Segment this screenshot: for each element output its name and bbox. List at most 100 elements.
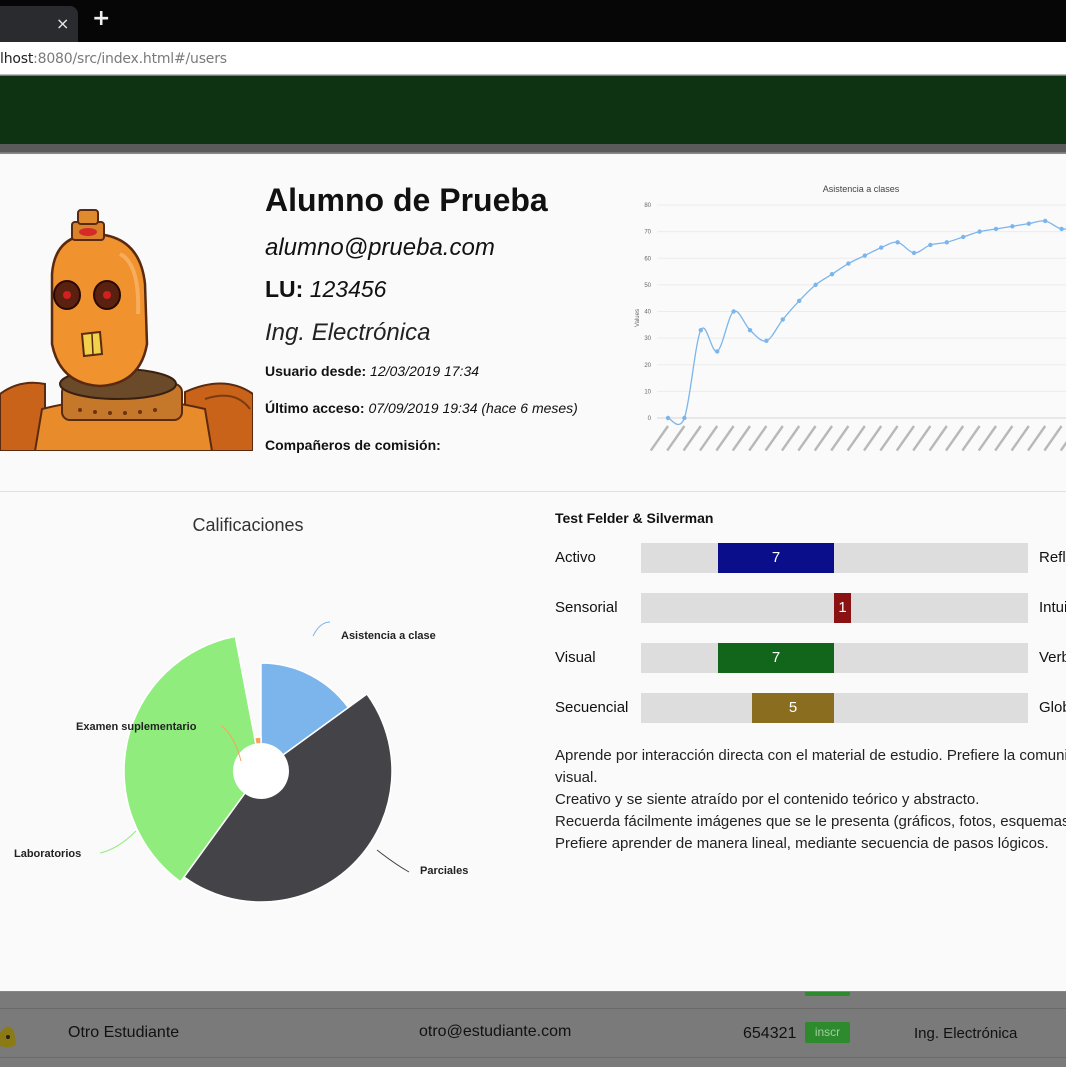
student-career: Ing. Electrónica xyxy=(914,1025,1018,1042)
x-tick-label xyxy=(813,425,833,452)
y-tick-label: 50 xyxy=(644,283,651,289)
x-tick-label xyxy=(945,425,965,452)
data-point xyxy=(1010,224,1015,229)
x-tick-label xyxy=(1010,425,1030,452)
x-tick-label xyxy=(863,425,883,452)
avatar xyxy=(0,194,253,451)
app-navbar xyxy=(0,76,1066,144)
address-bar[interactable]: lhost:8080/src/index.html#/users xyxy=(0,42,1066,75)
felder-right-label: Verbal xyxy=(1039,649,1066,666)
x-tick-label xyxy=(977,425,997,452)
data-point xyxy=(862,253,867,258)
last-value: 07/09/2019 19:34 (hace 6 meses) xyxy=(368,400,578,416)
y-tick-label: 70 xyxy=(644,230,651,236)
data-point xyxy=(944,240,949,245)
data-point xyxy=(895,240,900,245)
felder-row-visual: Visual 7 Verbal xyxy=(555,643,1066,673)
data-point xyxy=(961,234,966,240)
felder-right-label: Intuitivo xyxy=(1039,599,1066,616)
classmates: Compañeros de comisión: xyxy=(265,437,441,453)
student-name: Alumno de Prueba xyxy=(265,182,548,218)
data-point xyxy=(780,317,785,322)
pie-label-connector xyxy=(99,830,137,854)
avatar-icon xyxy=(0,1026,16,1048)
lu-label: LU: xyxy=(265,276,304,302)
user-since: Usuario desde: 12/03/2019 17:34 xyxy=(265,363,479,379)
browser-tab[interactable]: × xyxy=(0,6,78,42)
grades-pie-chart: Asistencia a clase Parciales Laboratorios E… xyxy=(14,621,468,903)
data-point xyxy=(1026,221,1031,226)
felder-right-label: Reflexivo xyxy=(1039,549,1066,566)
background-list-row-hidden xyxy=(0,990,1066,1008)
data-point xyxy=(731,309,736,314)
last-label: Último acceso: xyxy=(265,400,365,416)
x-tick-label xyxy=(830,425,850,452)
y-tick-label: 30 xyxy=(644,336,651,342)
x-tick-label xyxy=(748,425,768,452)
pie-label: Asistencia a clase xyxy=(341,630,436,642)
felder-row-sensorial: Sensorial 1 Intuitivo xyxy=(555,593,1066,623)
y-tick-label: 20 xyxy=(644,363,651,369)
pie-center-hole xyxy=(233,743,289,799)
y-tick-label: 10 xyxy=(644,389,651,395)
x-tick-label xyxy=(879,425,899,452)
new-tab-icon[interactable]: + xyxy=(92,8,110,30)
background-list-row[interactable]: Otro Estudiante otro@estudiante.com 6543… xyxy=(0,1009,1066,1057)
last-access: Último acceso: 07/09/2019 19:34 (hace 6 … xyxy=(265,400,578,416)
chart-title: Asistencia a clases xyxy=(823,184,900,194)
y-tick-label: 60 xyxy=(644,256,651,262)
felder-right-label: Global xyxy=(1039,699,1066,716)
section-divider xyxy=(0,491,1066,492)
felder-bar: 7 xyxy=(718,643,834,673)
x-tick-label xyxy=(764,425,784,452)
x-tick-label xyxy=(1027,425,1047,452)
x-tick-label xyxy=(731,425,751,452)
x-tick-label xyxy=(846,425,866,452)
x-tick-label xyxy=(682,425,702,452)
since-value: 12/03/2019 17:34 xyxy=(370,363,480,379)
felder-track: 1 xyxy=(641,593,1028,623)
student-detail-modal: Alumno de Prueba alumno@prueba.com LU: 1… xyxy=(0,153,1066,992)
x-tick-label xyxy=(666,425,686,452)
x-tick-label xyxy=(928,425,948,452)
y-tick-label: 80 xyxy=(644,203,651,209)
url-path: :8080/src/index.html#/users xyxy=(33,51,227,67)
grades-title: Calificaciones xyxy=(192,515,304,535)
data-point xyxy=(682,415,687,421)
pie-label-connector xyxy=(312,621,331,637)
felder-bar: 1 xyxy=(834,593,851,623)
pie-label: Laboratorios xyxy=(14,848,81,860)
x-tick-label xyxy=(912,425,932,452)
felder-left-label: Secuencial xyxy=(555,699,629,716)
browser-tab-bar: × + xyxy=(0,0,1066,42)
student-name: Otro Estudiante xyxy=(68,1024,180,1041)
y-tick-label: 40 xyxy=(644,310,651,316)
x-tick-label xyxy=(797,425,817,452)
felder-description-line: Creativo y se siente atraído por el cont… xyxy=(555,791,980,808)
x-tick-label xyxy=(895,425,915,452)
x-tick-label xyxy=(781,425,801,452)
data-point xyxy=(715,349,720,354)
student-lu: LU: 123456 xyxy=(265,276,386,303)
pie-label: Examen suplementario xyxy=(76,721,197,733)
felder-bar: 7 xyxy=(718,543,834,573)
data-point xyxy=(879,245,884,250)
data-point xyxy=(928,242,933,248)
mates-label: Compañeros de comisión: xyxy=(265,437,441,453)
data-point xyxy=(977,229,982,234)
y-axis-label: Values xyxy=(635,309,641,327)
pie-label-connector xyxy=(376,849,410,873)
data-point xyxy=(764,338,769,343)
student-lu: 654321 xyxy=(743,1025,797,1042)
x-tick-label xyxy=(1043,425,1063,452)
data-point xyxy=(797,298,802,304)
student-career: Ing. Electrónica xyxy=(265,319,431,346)
data-point xyxy=(846,261,851,266)
attendance-chart: Asistencia a clases Values 0 10 20 30 40 50 60… xyxy=(635,184,1066,452)
data-point xyxy=(1059,226,1064,232)
close-tab-icon[interactable]: × xyxy=(56,14,69,33)
lu-value: 123456 xyxy=(309,276,387,302)
student-email: alumno@prueba.com xyxy=(265,234,495,261)
y-tick-label: 0 xyxy=(648,416,652,422)
felder-row-secuencial: Secuencial 5 Global xyxy=(555,693,1066,723)
